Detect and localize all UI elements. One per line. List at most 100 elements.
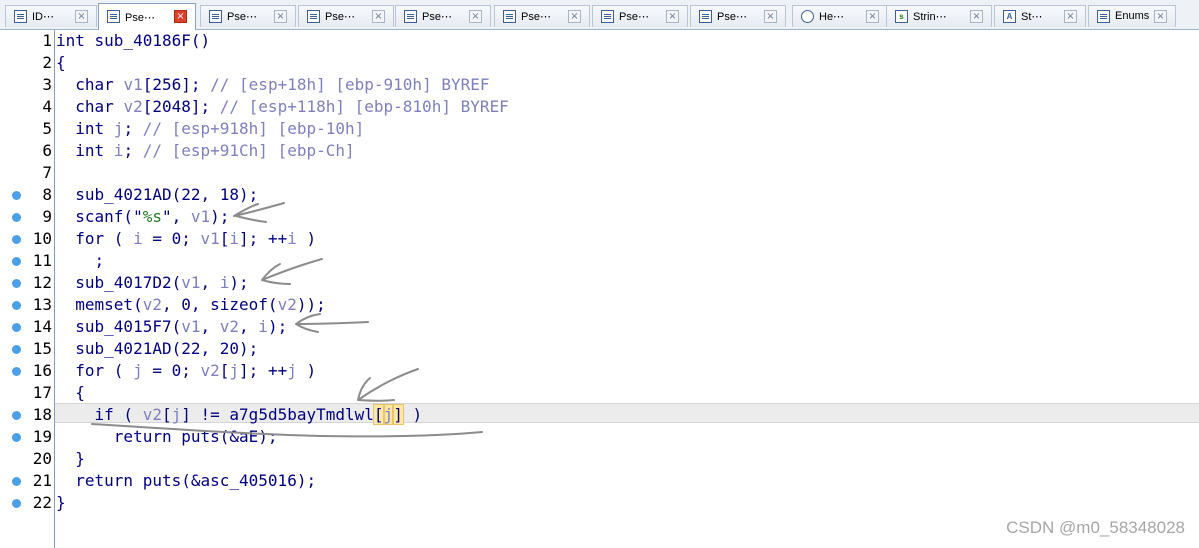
code-text[interactable]: return puts(&aE); [56,428,278,446]
code-text[interactable]: } [56,450,85,468]
line-number: 4 [42,97,52,116]
code-line[interactable]: 5 int j; // [esp+918h] [ebp-10h] [0,118,1199,140]
code-line[interactable]: 6 int i; // [esp+91Ch] [ebp-Ch] [0,140,1199,162]
code-line[interactable]: 15 sub_4021AD(22, 20); [0,338,1199,360]
breakpoint-dot-icon[interactable] [12,323,21,332]
line-number: 17 [32,383,52,402]
close-icon[interactable]: × [372,10,385,23]
code-text[interactable]: int j; // [esp+918h] [ebp-10h] [56,120,364,138]
breakpoint-dot-icon[interactable] [12,367,21,376]
tab-label: Pse⋯ [422,11,452,23]
breakpoint-dot-icon[interactable] [12,213,21,222]
code-line[interactable]: 13 memset(v2, 0, sizeof(v2)); [0,294,1199,316]
tab-5[interactable]: Pse⋯ × [395,5,491,27]
close-icon[interactable]: × [469,10,482,23]
tab-7[interactable]: Pse⋯ × [592,5,688,27]
line-number: 16 [32,361,52,380]
code-line[interactable]: 22} [0,492,1199,514]
close-icon[interactable]: × [75,10,88,23]
code-line[interactable]: 12 sub_4017D2(v1, i); [0,272,1199,294]
breakpoint-dot-icon[interactable] [12,257,21,266]
close-icon[interactable]: × [568,10,581,23]
pseudocode-icon [699,10,712,23]
code-line[interactable]: 9 scanf("%s", v1); [0,206,1199,228]
code-text[interactable]: if ( v2[j] != a7g5d5bayTmdlwl[j] ) [56,404,422,425]
structures-icon: A [1003,10,1016,23]
code-text[interactable]: char v2[2048]; // [esp+118h] [ebp-810h] … [56,98,508,116]
breakpoint-dot-icon[interactable] [12,477,21,486]
code-line[interactable]: 4 char v2[2048]; // [esp+118h] [ebp-810h… [0,96,1199,118]
code-text[interactable]: int i; // [esp+91Ch] [ebp-Ch] [56,142,354,160]
tab-bar: ID⋯ × Pse⋯ × Pse⋯ × Pse⋯ × Pse⋯ × Pse⋯ × Pse⋯ × Pse⋯ × H… [0,0,1199,30]
breakpoint-dot-icon[interactable] [12,411,21,420]
line-number: 10 [32,229,52,248]
code-line[interactable]: 1 int sub_40186F() [0,30,1199,52]
code-text[interactable]: scanf("%s", v1); [56,208,229,226]
breakpoint-dot-icon[interactable] [12,433,21,442]
close-icon[interactable]: × [1064,10,1077,23]
code-line[interactable]: 21 return puts(&asc_405016); [0,470,1199,492]
code-text[interactable]: char v1[256]; // [esp+18h] [ebp-910h] BY… [56,76,489,94]
code-line[interactable]: 10 for ( i = 0; v1[i]; ++i ) [0,228,1199,250]
tab-4[interactable]: Pse⋯ × [298,5,394,27]
breakpoint-dot-icon[interactable] [12,345,21,354]
hex-view-icon [801,10,814,23]
code-text[interactable]: { [56,384,85,402]
close-icon[interactable]: × [274,10,287,23]
code-line[interactable]: 17 { [0,382,1199,404]
breakpoint-dot-icon[interactable] [12,235,21,244]
code-text[interactable]: sub_4017D2(v1, i); [56,274,248,292]
close-icon[interactable]: × [666,10,679,23]
tab-11[interactable]: A St⋯ × [994,5,1086,27]
code-text[interactable]: sub_4015F7(v1, v2, i); [56,318,287,336]
breakpoint-dot-icon[interactable] [12,301,21,310]
line-number: 18 [32,405,52,424]
tab-3[interactable]: Pse⋯ × [200,5,296,27]
code-text[interactable]: for ( j = 0; v2[j]; ++j ) [56,362,316,380]
code-text[interactable]: memset(v2, 0, sizeof(v2)); [56,296,325,314]
tab-8[interactable]: Pse⋯ × [690,5,786,27]
tab-2[interactable]: Pse⋯ × [98,3,196,30]
code-line[interactable]: 16 for ( j = 0; v2[j]; ++j ) [0,360,1199,382]
tab-1[interactable]: ID⋯ × [5,5,97,27]
tab-label: He⋯ [819,11,845,23]
close-icon[interactable]: × [970,10,983,23]
code-line[interactable]: 3 char v1[256]; // [esp+18h] [ebp-910h] … [0,74,1199,96]
code-text[interactable]: sub_4021AD(22, 18); [56,186,258,204]
tab-10[interactable]: s Strin⋯ × [886,5,992,27]
code-text[interactable]: ; [56,252,105,270]
line-number: 15 [32,339,52,358]
line-number: 20 [32,449,52,468]
close-icon[interactable]: × [866,10,879,23]
code-line[interactable]: 18 if ( v2[j] != a7g5d5bayTmdlwl[j] ) [0,404,1199,426]
tab-12[interactable]: Enums × [1088,5,1176,27]
code-line[interactable]: 19 return puts(&aE); [0,426,1199,448]
code-line[interactable]: 8 sub_4021AD(22, 18); [0,184,1199,206]
code-text[interactable]: return puts(&asc_405016); [56,472,316,490]
close-icon[interactable]: × [764,10,777,23]
code-line[interactable]: 2{ [0,52,1199,74]
code-text[interactable]: sub_4021AD(22, 20); [56,340,258,358]
line-number: 13 [32,295,52,314]
code-text[interactable]: } [56,494,66,512]
line-number: 19 [32,427,52,446]
tab-9[interactable]: He⋯ × [792,5,888,27]
breakpoint-dot-icon[interactable] [12,499,21,508]
breakpoint-dot-icon[interactable] [12,279,21,288]
code-line[interactable]: 7 [0,162,1199,184]
breakpoint-dot-icon[interactable] [12,191,21,200]
code-line[interactable]: 20 } [0,448,1199,470]
code-line[interactable]: 11 ; [0,250,1199,272]
line-number: 22 [32,493,52,512]
close-icon[interactable]: × [1154,10,1167,23]
code-text[interactable]: int sub_40186F() [56,32,210,50]
line-number: 6 [42,141,52,160]
code-text[interactable]: { [56,54,66,72]
line-number: 7 [42,163,52,182]
pseudocode-view[interactable]: 1 int sub_40186F() 2{3 char v1[256]; // [e… [0,30,1199,548]
close-icon[interactable]: × [174,10,187,23]
tab-label: Pse⋯ [619,11,649,23]
code-text[interactable]: for ( i = 0; v1[i]; ++i ) [56,230,316,248]
tab-6[interactable]: Pse⋯ × [494,5,590,27]
code-line[interactable]: 14 sub_4015F7(v1, v2, i); [0,316,1199,338]
